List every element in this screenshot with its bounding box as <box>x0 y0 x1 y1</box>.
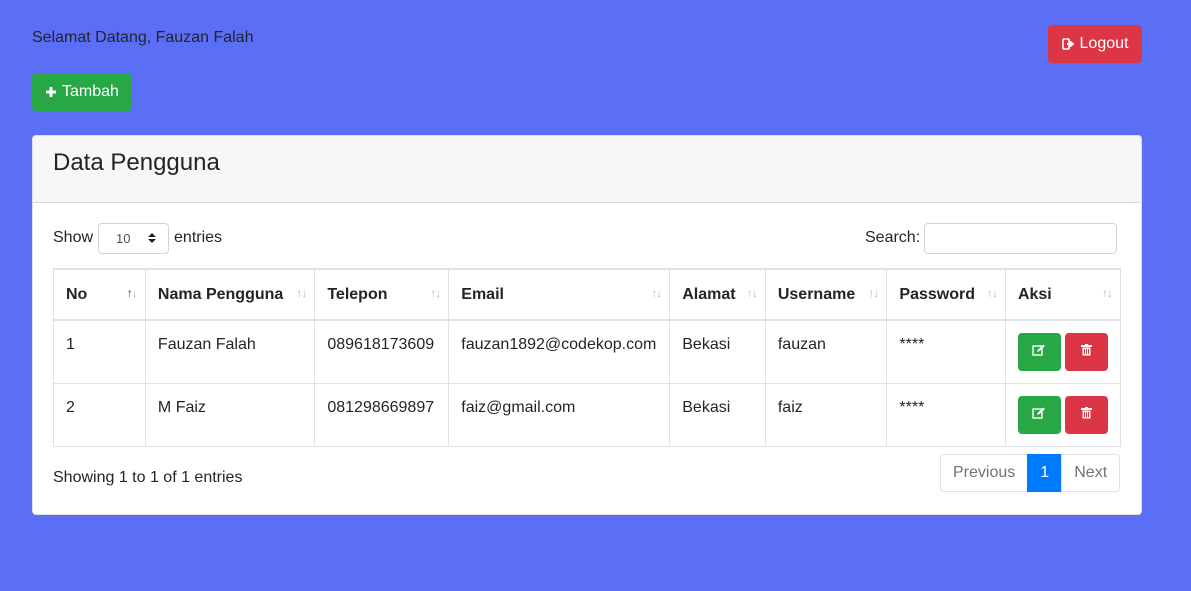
sort-icon: ↑↓ <box>986 286 998 300</box>
column-label: No <box>66 285 88 303</box>
search-input[interactable] <box>924 222 1118 254</box>
column-label: Password <box>899 285 975 303</box>
sort-icon: ↑↓ <box>126 286 138 300</box>
card-header: Data Pengguna <box>33 136 1141 203</box>
column-header-username[interactable]: Username ↑↓ <box>764 268 888 321</box>
column-label: Aksi <box>1017 285 1052 303</box>
delete-button[interactable] <box>1064 332 1108 371</box>
column-label: Nama Pengguna <box>157 285 284 303</box>
entries-select[interactable]: 10 <box>98 222 170 254</box>
sign-out-icon <box>1061 38 1075 50</box>
column-header-email[interactable]: Email ↑↓ <box>448 268 671 321</box>
column-header-no[interactable]: No ↑↓ <box>53 268 146 321</box>
column-header-password[interactable]: Password ↑↓ <box>886 268 1006 321</box>
cell-password: **** <box>886 382 1006 447</box>
page-1-button[interactable]: 1 <box>1027 454 1063 492</box>
column-label: Username <box>777 285 856 303</box>
cell-name: Fauzan Falah <box>144 319 316 384</box>
welcome-text: Selamat Datang, Fauzan Falah <box>32 29 254 46</box>
trash-icon <box>1080 343 1092 361</box>
pagination: Previous 1 Next <box>940 454 1121 492</box>
sort-icon: ↑↓ <box>296 286 307 300</box>
add-label: Tambah <box>62 83 119 100</box>
users-card: Data Pengguna Show 10 entries Search: No… <box>32 135 1142 515</box>
table-header-row: No ↑↓ Nama Pengguna ↑↓ Telepon ↑↓ Email ↑↓ A… <box>53 268 1122 321</box>
table-row: 1 Fauzan Falah 089618173609 fauzan1892@c… <box>53 319 1122 384</box>
column-header-action[interactable]: Aksi ↑↓ <box>1004 268 1122 321</box>
column-label: Telepon <box>327 285 388 303</box>
edit-icon <box>1032 343 1046 361</box>
cell-email: fauzan1892@codekop.com <box>448 319 671 384</box>
cell-no: 1 <box>53 319 146 384</box>
cell-username: faiz <box>764 382 888 447</box>
add-button[interactable]: Tambah <box>32 73 132 111</box>
cell-action <box>1004 382 1122 447</box>
delete-button[interactable] <box>1064 395 1108 434</box>
sort-icon: ↑↓ <box>868 286 879 300</box>
table-info: Showing 1 to 1 of 1 entries <box>53 469 243 486</box>
cell-email: faiz@gmail.com <box>448 382 671 447</box>
show-label: Show <box>53 229 94 246</box>
logout-button[interactable]: Logout <box>1048 25 1142 63</box>
column-label: Alamat <box>682 285 736 303</box>
cell-username: fauzan <box>764 319 888 384</box>
edit-button[interactable] <box>1017 332 1061 371</box>
card-title: Data Pengguna <box>53 149 220 176</box>
search-control: Search: <box>865 222 1118 254</box>
cell-phone: 089618173609 <box>314 319 450 384</box>
trash-icon <box>1080 406 1092 424</box>
select-caret-icon <box>148 232 157 244</box>
column-label: Email <box>461 285 504 303</box>
previous-page-button[interactable]: Previous <box>940 454 1029 492</box>
cell-address: Bekasi <box>669 382 766 447</box>
entries-select-value: 10 <box>116 230 131 246</box>
sort-icon: ↑↓ <box>651 286 662 300</box>
column-header-phone[interactable]: Telepon ↑↓ <box>314 268 450 321</box>
column-header-name[interactable]: Nama Pengguna ↑↓ <box>144 268 316 321</box>
cell-name: M Faiz <box>144 382 316 447</box>
edit-button[interactable] <box>1017 395 1061 434</box>
plus-icon <box>45 86 57 98</box>
entries-label: entries <box>174 229 223 246</box>
entries-length-control: Show 10 entries <box>53 222 222 254</box>
sort-icon: ↑↓ <box>1102 286 1113 300</box>
search-label: Search: <box>865 229 921 246</box>
cell-action <box>1004 319 1122 384</box>
table-row: 2 M Faiz 081298669897 faiz@gmail.com Bek… <box>53 382 1122 447</box>
column-header-address[interactable]: Alamat ↑↓ <box>669 268 766 321</box>
cell-password: **** <box>886 319 1006 384</box>
cell-no: 2 <box>53 382 146 447</box>
cell-phone: 081298669897 <box>314 382 450 447</box>
next-page-button[interactable]: Next <box>1061 454 1121 492</box>
cell-address: Bekasi <box>669 319 766 384</box>
edit-icon <box>1032 406 1046 424</box>
users-table: No ↑↓ Nama Pengguna ↑↓ Telepon ↑↓ Email ↑↓ A… <box>53 268 1122 447</box>
sort-icon: ↑↓ <box>746 286 758 300</box>
sort-icon: ↑↓ <box>430 286 441 300</box>
logout-label: Logout <box>1079 35 1129 52</box>
